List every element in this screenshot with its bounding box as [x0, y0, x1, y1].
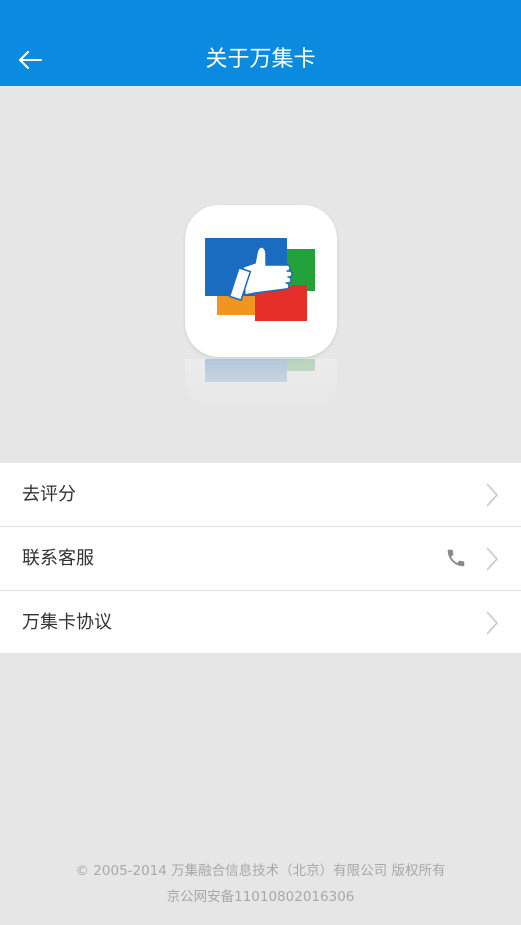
settings-list: 去评分 联系客服 万集卡协议 [0, 463, 521, 653]
contact-support-label: 联系客服 [22, 548, 94, 569]
agreement-item[interactable]: 万集卡协议 [0, 591, 521, 653]
app-icon [185, 205, 337, 357]
rate-app-item[interactable]: 去评分 [0, 463, 521, 527]
copyright-text: © 2005-2014 万集融合信息技术（北京）有限公司 版权所有 [75, 863, 446, 879]
logo-area [0, 86, 521, 463]
chevron-right-icon [486, 483, 499, 507]
chevron-right-icon [486, 547, 499, 571]
page-title: 关于万集卡 [205, 47, 316, 72]
chevron-right-icon [486, 611, 499, 635]
contact-support-item[interactable]: 联系客服 [0, 527, 521, 591]
phone-icon [447, 549, 465, 567]
app-bar: 关于万集卡 [0, 0, 521, 86]
rate-app-label: 去评分 [22, 484, 76, 505]
footer: © 2005-2014 万集融合信息技术（北京）有限公司 版权所有 京公网安备1… [0, 858, 521, 910]
thumbs-up-cards-icon [205, 238, 315, 321]
icp-text: 京公网安备11010802016306 [166, 889, 355, 905]
app-icon-reflection [185, 359, 337, 415]
agreement-label: 万集卡协议 [22, 612, 112, 633]
